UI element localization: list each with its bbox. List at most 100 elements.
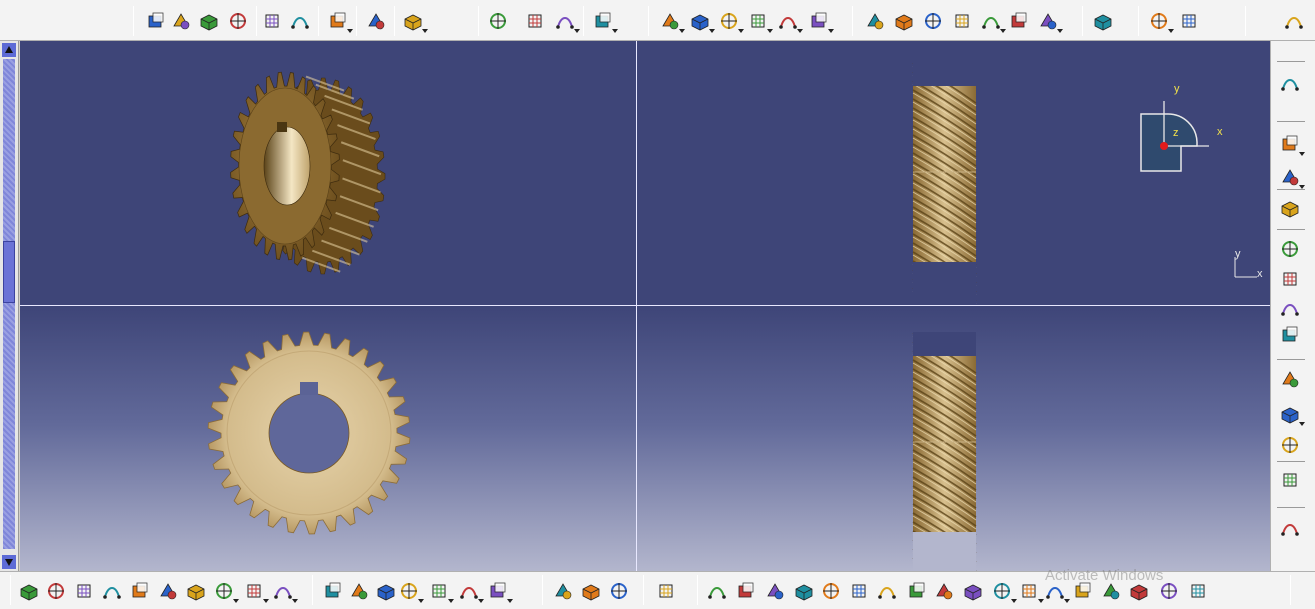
measure-icon[interactable] <box>1008 10 1030 32</box>
iso-view-icon[interactable] <box>933 580 955 602</box>
fit-all-icon[interactable] <box>735 580 757 602</box>
hole-icon[interactable] <box>718 10 740 32</box>
paste-icon[interactable] <box>185 580 207 602</box>
dropdown-arrow-icon[interactable] <box>1299 152 1305 156</box>
shading-icon[interactable] <box>991 580 1013 602</box>
boolean-icon[interactable] <box>980 10 1002 32</box>
thickness-icon[interactable] <box>922 10 944 32</box>
front-view-gear[interactable] <box>20 306 636 571</box>
dropdown-arrow-icon[interactable] <box>828 29 834 33</box>
cut-icon[interactable] <box>129 580 151 602</box>
scroll-thumb[interactable] <box>3 241 15 303</box>
side-viewport-2[interactable] <box>637 306 1270 571</box>
comment-icon[interactable] <box>348 580 370 602</box>
open-folder-icon[interactable] <box>45 580 67 602</box>
copy-icon[interactable] <box>157 580 179 602</box>
light-icon[interactable] <box>375 580 397 602</box>
side-view-gear-2[interactable] <box>637 306 1270 571</box>
side-view-gear[interactable]: y z x y x <box>637 41 1270 305</box>
table-icon[interactable] <box>398 580 420 602</box>
plane-icon[interactable] <box>227 10 249 32</box>
weight-icon[interactable] <box>608 580 630 602</box>
dropdown-arrow-icon[interactable] <box>422 29 428 33</box>
dropdown-arrow-icon[interactable] <box>1064 599 1070 603</box>
viewport-area[interactable]: y z x y x <box>20 41 1270 571</box>
dropdown-arrow-icon[interactable] <box>448 599 454 603</box>
extract-icon[interactable] <box>487 10 509 32</box>
select-icon[interactable] <box>592 10 614 32</box>
dropdown-arrow-icon[interactable] <box>1168 29 1174 33</box>
pocket-icon[interactable] <box>289 10 311 32</box>
line-icon[interactable] <box>1283 10 1305 32</box>
abc-text-icon[interactable] <box>1279 133 1301 155</box>
undo-icon[interactable] <box>213 580 235 602</box>
material-icon[interactable] <box>864 10 886 32</box>
dropdown-arrow-icon[interactable] <box>797 29 803 33</box>
viewport-divider-horizontal[interactable] <box>20 305 1270 306</box>
assembly-icon[interactable] <box>1279 197 1301 219</box>
replace-component-icon[interactable] <box>1279 403 1301 425</box>
rotate-icon[interactable] <box>793 580 815 602</box>
dropdown-arrow-icon[interactable] <box>292 599 298 603</box>
isometric-viewport[interactable] <box>20 41 636 305</box>
fillet-icon[interactable] <box>747 10 769 32</box>
pattern-icon[interactable] <box>365 10 387 32</box>
chamfer-icon[interactable] <box>777 10 799 32</box>
dropdown-arrow-icon[interactable] <box>612 29 618 33</box>
ruler-icon[interactable] <box>552 580 574 602</box>
surface-icon[interactable] <box>951 10 973 32</box>
layer-icon[interactable] <box>1279 268 1301 290</box>
rotate-components-icon[interactable] <box>1279 434 1301 456</box>
cylinder-icon[interactable] <box>689 10 711 32</box>
dropdown-arrow-icon[interactable] <box>738 29 744 33</box>
save-icon[interactable] <box>73 580 95 602</box>
lock-icon[interactable] <box>458 580 480 602</box>
camera-icon[interactable] <box>655 580 677 602</box>
zoom-in-icon[interactable] <box>820 580 842 602</box>
formula-icon[interactable] <box>322 580 344 602</box>
grid-icon[interactable] <box>554 10 576 32</box>
dropdown-arrow-icon[interactable] <box>1011 599 1017 603</box>
dropdown-arrow-icon[interactable] <box>418 599 424 603</box>
draft-icon[interactable] <box>808 10 830 32</box>
viewport-divider-vertical[interactable] <box>636 41 637 571</box>
eraser-icon[interactable] <box>1279 297 1301 319</box>
redo-icon[interactable] <box>243 580 265 602</box>
arrow-flag-icon[interactable] <box>1279 166 1301 188</box>
dropdown-arrow-icon[interactable] <box>679 29 685 33</box>
tree-icon[interactable] <box>428 580 450 602</box>
compass-icon[interactable]: y z x <box>1140 83 1223 172</box>
side-viewport[interactable]: y z x y x <box>637 41 1270 305</box>
pdf-export-icon[interactable] <box>1279 517 1301 539</box>
scroll-down-icon[interactable] <box>2 555 16 569</box>
new-file-icon[interactable] <box>18 580 40 602</box>
isometric-gear[interactable] <box>20 41 636 305</box>
scroll-track[interactable] <box>3 59 15 549</box>
point-icon[interactable] <box>145 10 167 32</box>
zoom-out-icon[interactable] <box>848 580 870 602</box>
dropdown-arrow-icon[interactable] <box>1000 29 1006 33</box>
dropdown-arrow-icon[interactable] <box>478 599 484 603</box>
dropdown-arrow-icon[interactable] <box>709 29 715 33</box>
dropdown-arrow-icon[interactable] <box>347 29 353 33</box>
help-icon[interactable] <box>272 580 294 602</box>
part-body-icon[interactable] <box>1279 238 1301 260</box>
snap-icon[interactable] <box>402 10 424 32</box>
shaft-icon[interactable] <box>327 10 349 32</box>
book-icon[interactable] <box>1279 324 1301 346</box>
join-icon[interactable] <box>524 10 546 32</box>
render-icon[interactable] <box>1018 580 1040 602</box>
analysis-icon[interactable] <box>1092 10 1114 32</box>
product-icon[interactable] <box>1279 72 1301 94</box>
cylinder-view-icon[interactable] <box>962 580 984 602</box>
spline-icon[interactable] <box>170 10 192 32</box>
dropdown-arrow-icon[interactable] <box>1299 422 1305 426</box>
normal-view-icon[interactable] <box>876 580 898 602</box>
add-component-icon[interactable] <box>1279 368 1301 390</box>
shell-icon[interactable] <box>893 10 915 32</box>
circle-icon[interactable] <box>198 10 220 32</box>
pan-icon[interactable] <box>764 580 786 602</box>
fix-icon[interactable] <box>580 580 602 602</box>
parameter-icon[interactable] <box>1148 10 1170 32</box>
dropdown-arrow-icon[interactable] <box>507 599 513 603</box>
